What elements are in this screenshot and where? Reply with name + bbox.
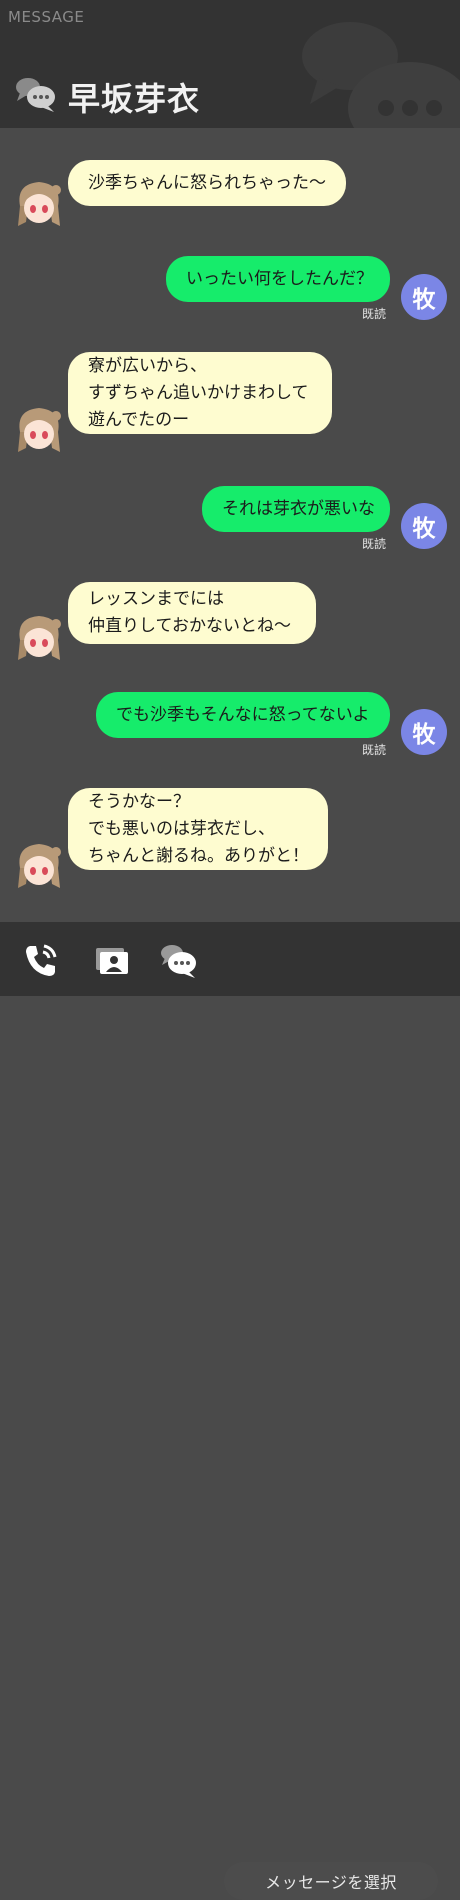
- message-text: でも悪いのは芽衣だし、: [88, 818, 275, 839]
- message-bubble-outgoing[interactable]: いったい何をしたんだ？: [166, 256, 390, 302]
- header-chat-decoration-icon: [302, 22, 460, 128]
- contact-avatar-icon[interactable]: [12, 176, 66, 230]
- select-messages-button[interactable]: メッセージを選択: [224, 1862, 438, 1900]
- message-bubble-incoming[interactable]: レッスンまでには 仲直りしておかないとね〜: [68, 582, 316, 644]
- message-text: 寮が広いから、: [88, 355, 207, 376]
- message-text: でも沙季もそんなに怒ってないよ: [116, 704, 370, 725]
- message-text: 仲直りしておかないとね〜: [88, 616, 291, 636]
- message-text: レッスンまでには: [88, 589, 224, 609]
- chat-bubbles-icon[interactable]: [158, 940, 198, 980]
- message-text: それは芽衣が悪いな: [222, 498, 375, 519]
- header: MESSAGE 早坂芽衣: [0, 0, 460, 128]
- contact-avatar-icon[interactable]: [12, 838, 66, 892]
- message-bubble-outgoing[interactable]: それは芽衣が悪いな: [202, 486, 390, 532]
- photo-icon[interactable]: [92, 940, 132, 980]
- message-text: そうかなー？: [88, 791, 190, 812]
- contact-avatar-icon[interactable]: [12, 402, 66, 456]
- message-bubble-incoming[interactable]: 沙季ちゃんに怒られちゃった〜: [68, 160, 346, 206]
- message-text: いったい何をしたんだ？: [186, 268, 373, 289]
- message-bubble-incoming[interactable]: 寮が広いから、 すずちゃん追いかけまわして 遊んでたのー: [68, 352, 332, 434]
- message-bubble-incoming[interactable]: そうかなー？ でも悪いのは芽衣だし、 ちゃんと謝るね。ありがと！: [68, 788, 328, 870]
- read-receipt: 既読: [362, 307, 387, 321]
- read-receipt: 既読: [362, 537, 387, 551]
- phone-icon[interactable]: [20, 940, 60, 980]
- my-avatar[interactable]: 牧: [401, 503, 447, 549]
- my-avatar[interactable]: 牧: [401, 709, 447, 755]
- message-text: 沙季ちゃんに怒られちゃった〜: [88, 172, 326, 193]
- message-bubble-outgoing[interactable]: でも沙季もそんなに怒ってないよ: [96, 692, 390, 738]
- app-label: MESSAGE: [8, 8, 85, 26]
- message-text: 遊んでたのー: [88, 409, 190, 430]
- message-text: すずちゃん追いかけまわして: [88, 382, 309, 403]
- message-text: ちゃんと謝るね。ありがと！: [88, 845, 309, 866]
- footer-toolbar: メッセージを選択: [0, 922, 460, 1900]
- contact-avatar-icon[interactable]: [12, 610, 66, 664]
- chat-icon: [16, 78, 55, 112]
- my-avatar[interactable]: 牧: [401, 274, 447, 320]
- contact-name: 早坂芽衣: [68, 80, 201, 118]
- read-receipt: 既読: [362, 743, 387, 757]
